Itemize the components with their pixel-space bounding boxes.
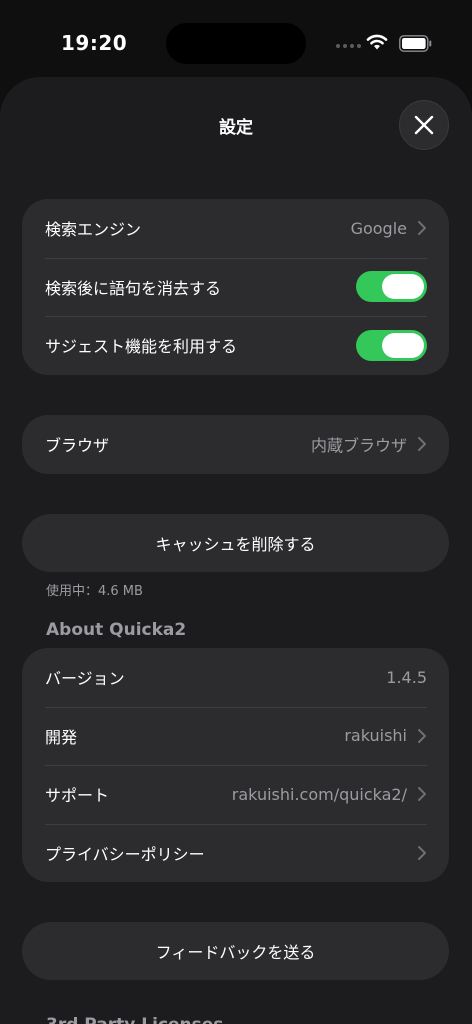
browser-value: 内蔵ブラウザ	[310, 436, 407, 456]
licenses-section-header: 3rd Party Licenses	[46, 1015, 223, 1024]
version-row: バージョン 1.4.5	[22, 648, 449, 707]
status-bar: 19:20	[0, 0, 472, 80]
developer-value: rakuishi	[344, 726, 407, 746]
status-time: 19:20	[61, 31, 128, 55]
browser-row[interactable]: ブラウザ 内蔵ブラウザ	[22, 415, 449, 474]
clear-after-search-label: 検索後に語句を消去する	[45, 278, 222, 298]
toggle-knob	[382, 332, 424, 358]
search-settings-group: 検索エンジン Google 検索後に語句を消去する サジェスト機能を利用する	[22, 199, 449, 375]
cellular-signal-icon	[336, 44, 361, 48]
privacy-policy-label: プライバシーポリシー	[45, 844, 205, 864]
close-button[interactable]	[399, 100, 449, 150]
search-engine-value: Google	[350, 218, 407, 238]
browser-label: ブラウザ	[45, 436, 110, 456]
support-value: rakuishi.com/quicka2/	[231, 784, 407, 804]
chevron-right-icon	[418, 787, 426, 802]
chevron-right-icon	[418, 728, 426, 743]
wifi-icon	[366, 34, 388, 50]
clear-cache-button[interactable]: キャッシュを削除する	[22, 514, 449, 572]
support-row[interactable]: サポート rakuishi.com/quicka2/	[22, 765, 449, 824]
version-value: 1.4.5	[386, 667, 427, 687]
suggest-row: サジェスト機能を利用する	[22, 316, 449, 375]
clear-after-search-row: 検索後に語句を消去する	[22, 257, 449, 317]
dynamic-island	[166, 23, 306, 64]
developer-label: 開発	[45, 727, 78, 747]
chevron-right-icon	[418, 221, 426, 236]
send-feedback-button[interactable]: フィードバックを送る	[22, 922, 449, 980]
developer-row[interactable]: 開発 rakuishi	[22, 706, 449, 766]
version-label: バージョン	[45, 669, 125, 689]
chevron-right-icon	[418, 437, 426, 452]
search-engine-label: 検索エンジン	[45, 220, 142, 240]
chevron-right-icon	[418, 845, 426, 860]
settings-sheet: 設定 検索エンジン Google 検索後に語句を消去する サジェスト機能を利用す…	[0, 77, 472, 1024]
suggest-label: サジェスト機能を利用する	[45, 337, 238, 357]
clear-after-search-toggle[interactable]	[356, 271, 427, 303]
about-section-header: About Quicka2	[46, 620, 187, 640]
battery-icon	[399, 35, 432, 52]
support-label: サポート	[45, 786, 110, 806]
about-group: バージョン 1.4.5 開発 rakuishi サポート rakuishi.co…	[22, 648, 449, 882]
privacy-policy-row[interactable]: プライバシーポリシー	[22, 823, 449, 883]
cache-usage-text: 使用中：4.6 MB	[46, 584, 143, 599]
browser-group: ブラウザ 内蔵ブラウザ	[22, 415, 449, 474]
suggest-toggle[interactable]	[356, 329, 427, 361]
close-icon	[414, 115, 434, 135]
toggle-knob	[382, 274, 424, 300]
search-engine-row[interactable]: 検索エンジン Google	[22, 199, 449, 258]
